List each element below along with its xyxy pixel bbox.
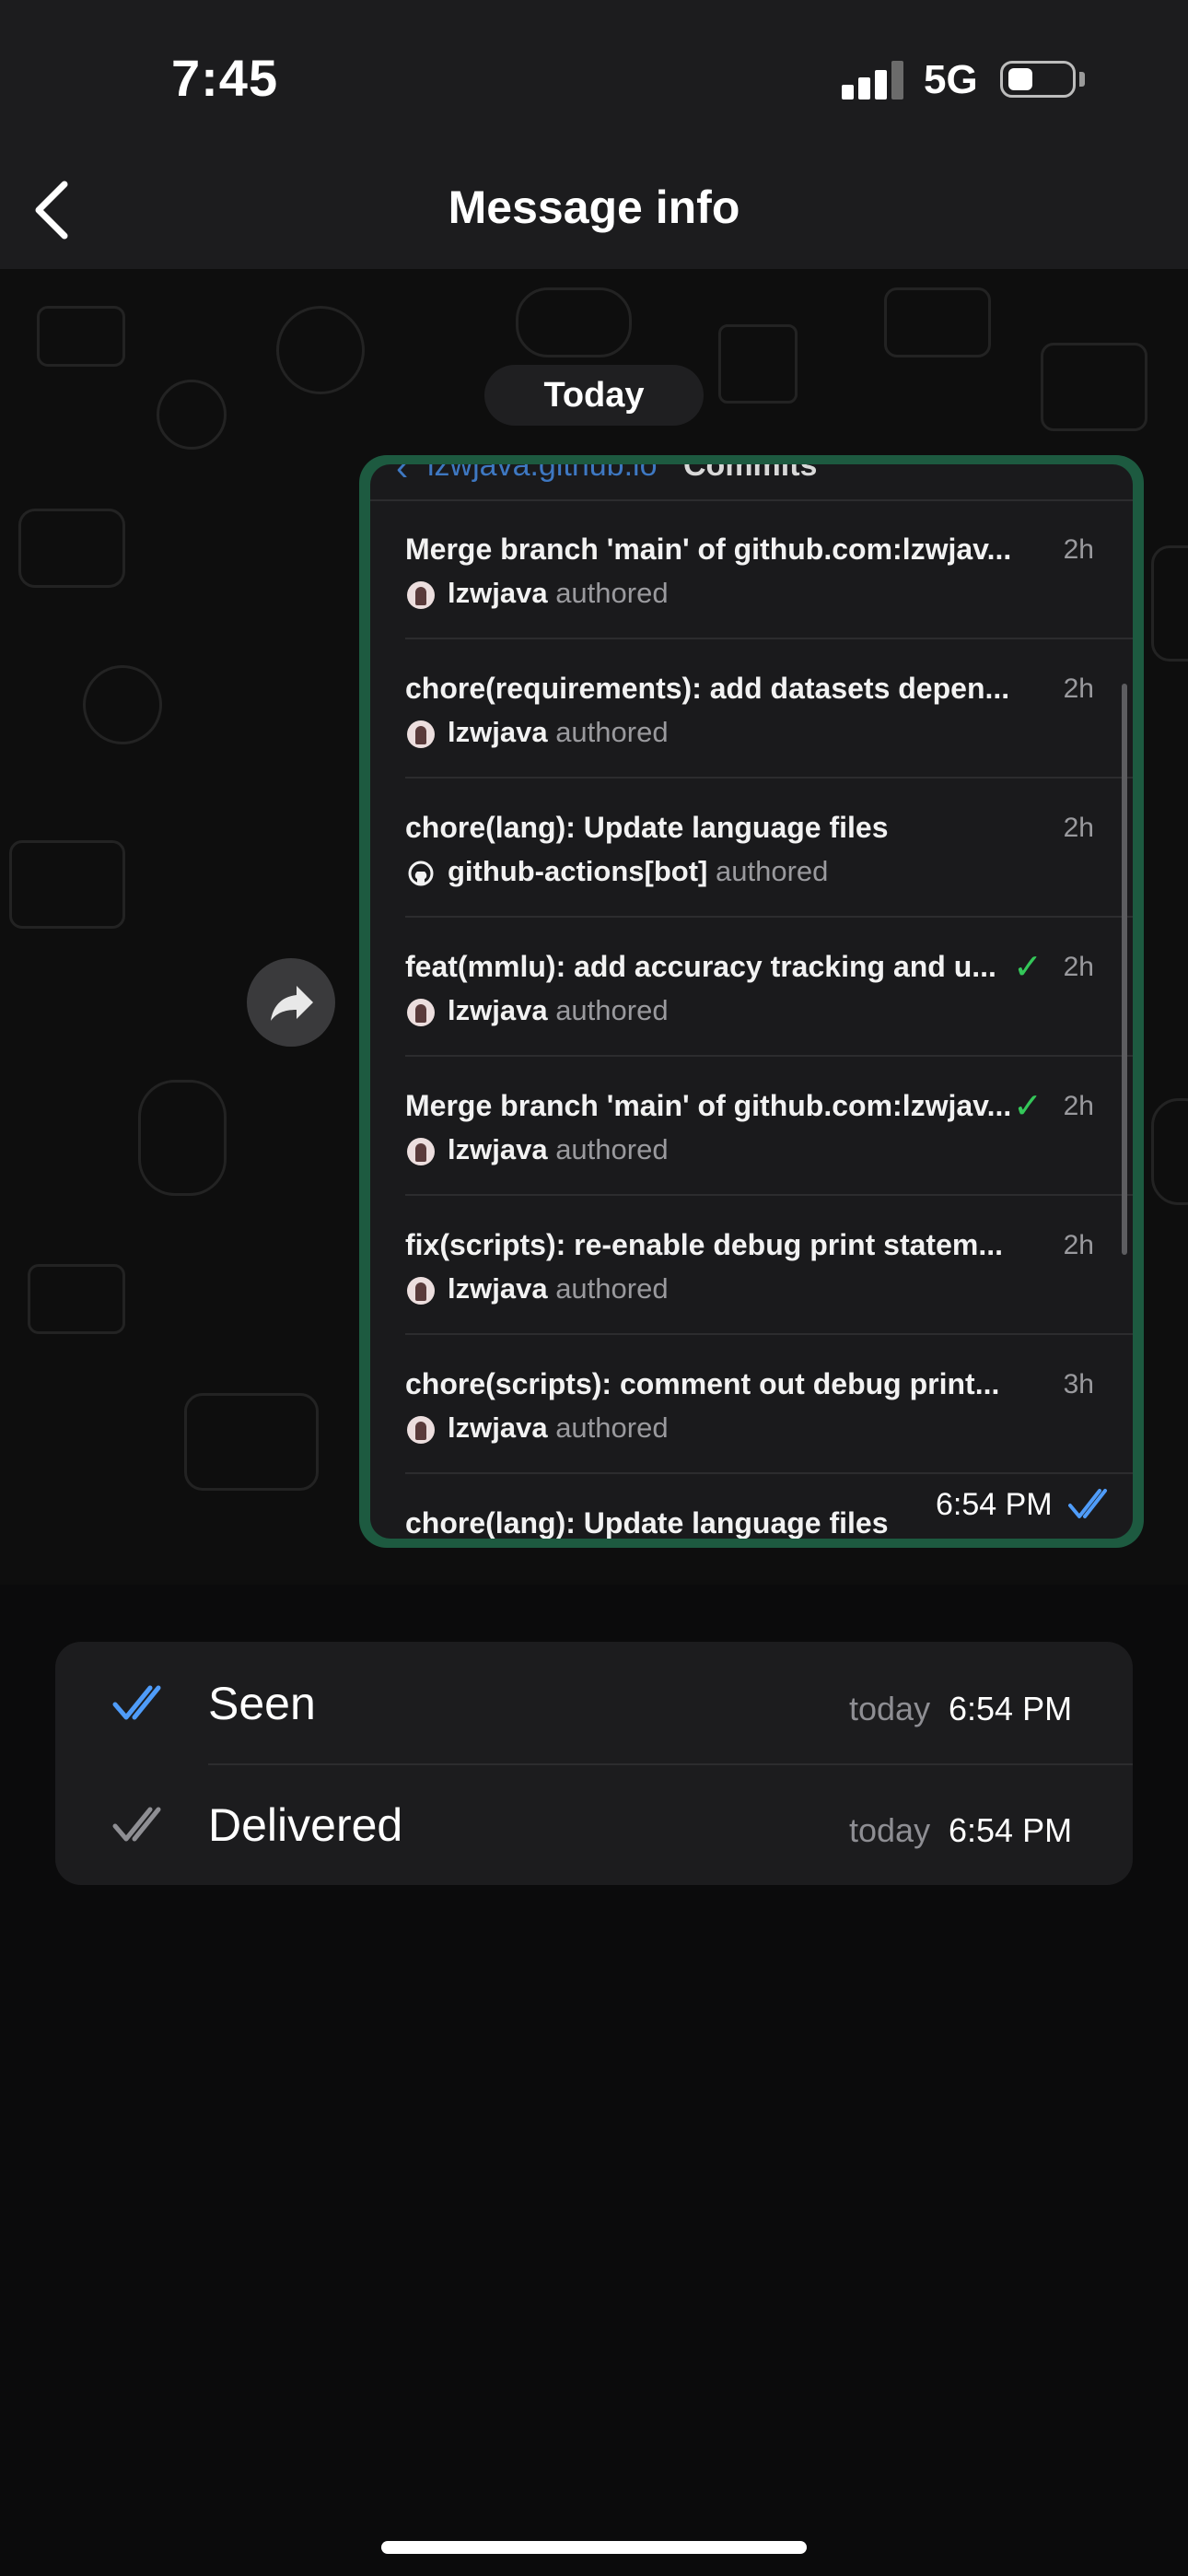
signal-icon — [842, 61, 904, 100]
commit-age: 2h — [1063, 1230, 1094, 1260]
commit-author-line: lzwjava authored — [448, 1272, 669, 1306]
commit-title: Merge branch 'main' of github.com:lzwjav… — [405, 533, 1012, 566]
receipt-time: 6:54 PM — [949, 1690, 1073, 1727]
receipt-day: today — [849, 1690, 931, 1727]
commit-author: github-actions[bot] — [448, 855, 708, 887]
avatar — [407, 1138, 435, 1165]
commit-row[interactable]: Merge branch 'main' of github.com:lzwjav… — [370, 501, 1133, 639]
commit-author: lzwjava — [448, 1133, 548, 1165]
commit-author-line: lzwjava authored — [448, 716, 669, 749]
battery-icon — [1000, 61, 1076, 98]
commit-title: chore(scripts): comment out debug print.… — [405, 1367, 1000, 1400]
commit-author-line: lzwjava authored — [448, 1133, 669, 1166]
avatar — [407, 720, 435, 748]
commit-author: lzwjava — [448, 1411, 548, 1444]
receipt-row-delivered: Delivered today 6:54 PM — [55, 1765, 1133, 1885]
verified-check-icon: ✓ — [1013, 948, 1042, 987]
commit-title: feat(mmlu): add accuracy tracking and u.… — [405, 950, 996, 983]
section-title: Commits — [683, 464, 818, 483]
commit-author-line: lzwjava authored — [448, 994, 669, 1027]
commit-age: 3h — [1063, 1369, 1094, 1399]
receipt-label: Delivered — [208, 1799, 403, 1851]
screenshot-header: ‹ lzwjava.github.io Commits — [370, 464, 1133, 499]
commit-role: authored — [555, 1133, 669, 1165]
double-check-gray-icon — [112, 1807, 161, 1842]
commit-age: 2h — [1063, 813, 1094, 843]
commit-age: 2h — [1063, 1091, 1094, 1121]
commit-author-line: lzwjava authored — [448, 1411, 669, 1445]
forward-button[interactable] — [247, 958, 335, 1047]
attached-screenshot[interactable]: ‹ lzwjava.github.io Commits Merge branch… — [370, 464, 1133, 1539]
avatar — [407, 1277, 435, 1305]
commit-row[interactable]: feat(mmlu): add accuracy tracking and u.… — [370, 919, 1133, 1057]
receipt-label: Seen — [208, 1678, 316, 1729]
divider — [405, 1194, 1133, 1196]
network-label: 5G — [924, 57, 978, 102]
commit-role: authored — [716, 855, 829, 887]
message-time: 6:54 PM — [936, 1487, 1053, 1522]
commit-row[interactable]: chore(requirements): add datasets depen.… — [370, 640, 1133, 779]
commit-title: chore(lang): Update language files — [405, 1506, 889, 1539]
github-icon — [408, 861, 434, 886]
commit-title: fix(scripts): re-enable debug print stat… — [405, 1228, 1003, 1261]
commit-role: authored — [555, 1272, 669, 1305]
divider — [405, 1333, 1133, 1335]
commit-role: authored — [555, 1411, 669, 1444]
receipt-day: today — [849, 1811, 931, 1849]
divider — [405, 916, 1133, 918]
commit-role: authored — [555, 716, 669, 748]
commit-title: chore(requirements): add datasets depen.… — [405, 672, 1010, 705]
commit-row[interactable]: chore(lang): Update language files 2h gith… — [370, 779, 1133, 918]
avatar — [407, 1416, 435, 1444]
receipt-row-seen: Seen today 6:54 PM — [55, 1642, 1133, 1763]
commit-author: lzwjava — [448, 577, 548, 609]
commit-row[interactable]: chore(scripts): comment out debug print.… — [370, 1336, 1133, 1474]
commit-author-line: github-actions[bot] authored — [448, 855, 828, 888]
divider — [405, 1472, 1133, 1474]
avatar — [407, 581, 435, 609]
page-title: Message info — [448, 181, 740, 233]
commit-author: lzwjava — [448, 716, 548, 748]
commit-age: 2h — [1063, 534, 1094, 565]
divider — [405, 777, 1133, 779]
share-arrow-icon — [271, 986, 313, 1021]
double-check-blue-icon — [112, 1685, 161, 1720]
scrollbar — [1122, 684, 1127, 1255]
double-check-blue-icon — [1068, 1489, 1107, 1518]
home-indicator — [381, 2541, 807, 2554]
verified-check-icon: ✓ — [1013, 1087, 1042, 1126]
commit-author: lzwjava — [448, 994, 548, 1026]
repo-name: lzwjava.github.io — [427, 464, 658, 483]
commit-author: lzwjava — [448, 1272, 548, 1305]
chevron-left-icon: ‹ — [396, 464, 409, 488]
commit-row[interactable]: fix(scripts): re-enable debug print stat… — [370, 1197, 1133, 1335]
commit-role: authored — [555, 577, 669, 609]
battery-cap — [1079, 72, 1085, 87]
divider — [405, 638, 1133, 639]
commit-author-line: lzwjava authored — [448, 577, 669, 610]
avatar — [407, 999, 435, 1026]
commit-title: chore(lang): Update language files — [405, 811, 889, 844]
commit-title: Merge branch 'main' of github.com:lzwjav… — [405, 1089, 1012, 1122]
commit-role: authored — [555, 994, 669, 1026]
date-pill-label: Today — [543, 376, 645, 415]
commit-row[interactable]: Merge branch 'main' of github.com:lzwjav… — [370, 1058, 1133, 1196]
commit-age: 2h — [1063, 952, 1094, 982]
commit-age: 2h — [1063, 673, 1094, 704]
status-time: 7:45 — [171, 49, 279, 107]
receipt-time: 6:54 PM — [949, 1811, 1073, 1849]
divider — [405, 1055, 1133, 1057]
